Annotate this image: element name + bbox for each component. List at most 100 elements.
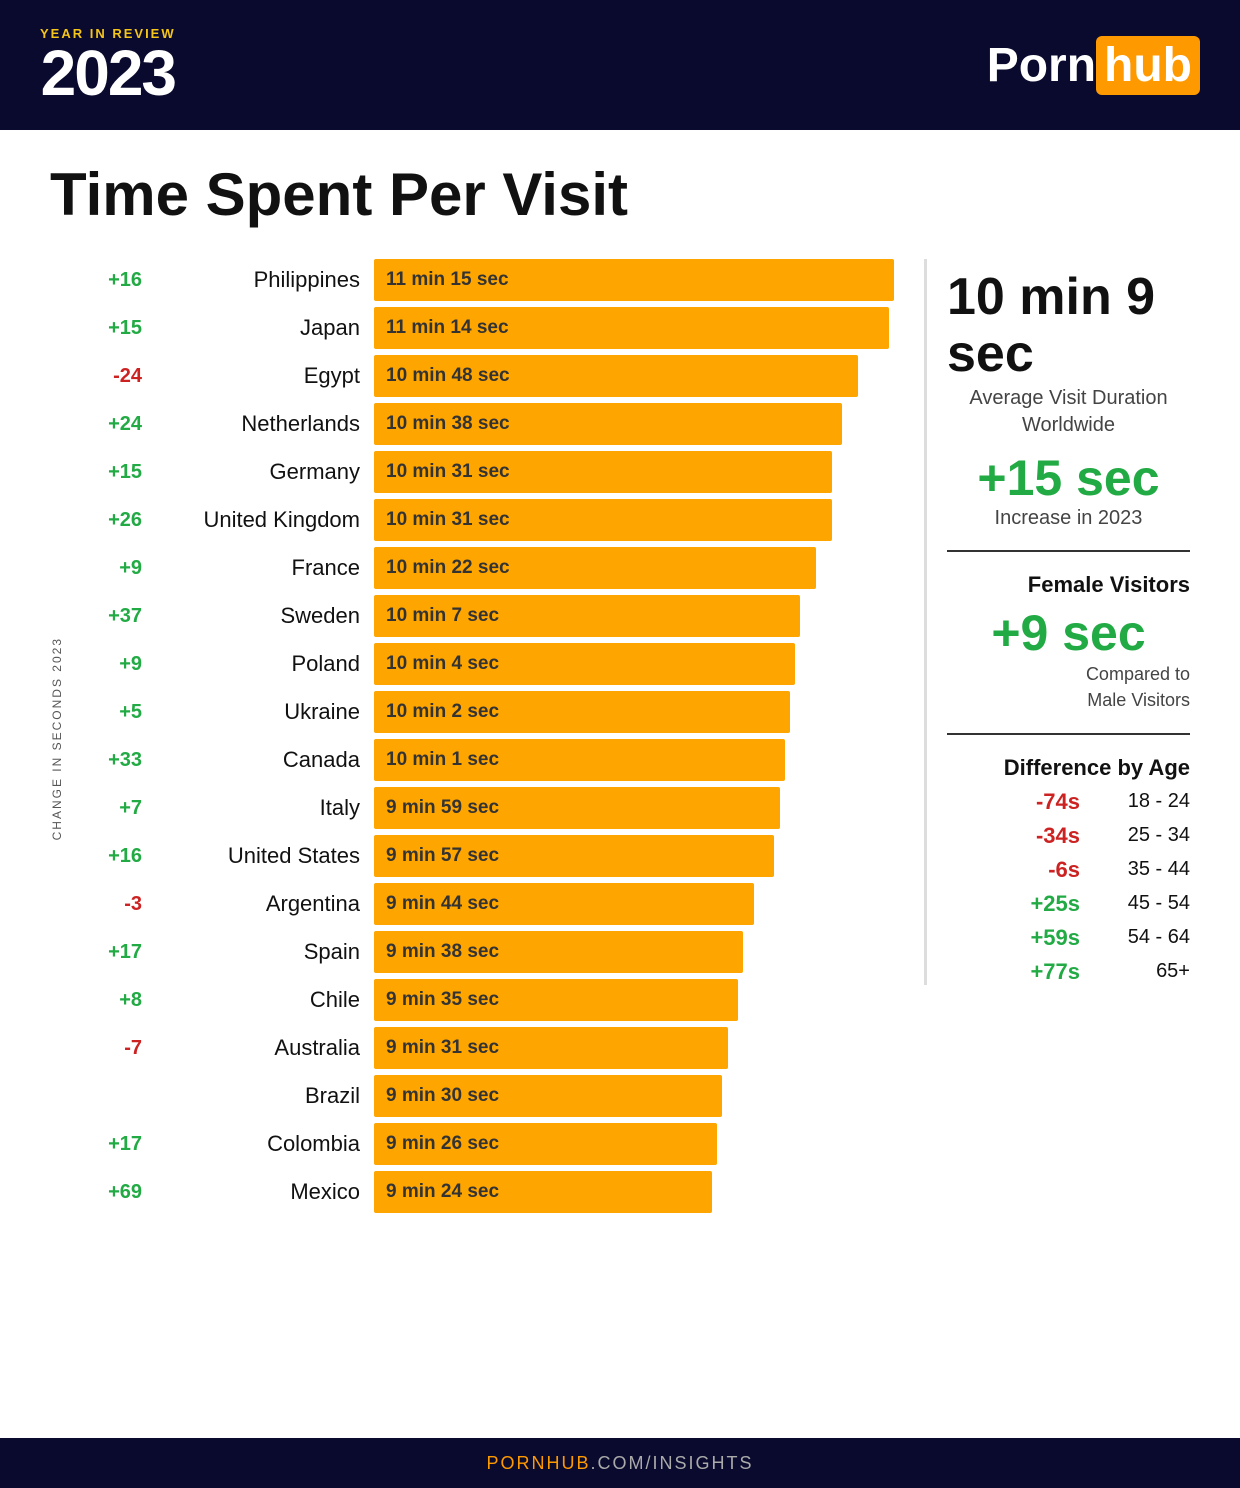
- logo-porn: Porn: [987, 38, 1096, 93]
- duration-bar: 9 min 57 sec: [374, 835, 774, 877]
- change-value: -24: [74, 365, 154, 388]
- avg-duration-label1: Average Visit Duration: [947, 387, 1190, 410]
- year-label: 2023: [41, 41, 175, 105]
- bar-container: 10 min 31 sec: [374, 451, 894, 493]
- country-name: Chile: [154, 987, 374, 1013]
- country-name: Poland: [154, 651, 374, 677]
- female-compared2: Male Visitors: [947, 688, 1190, 713]
- age-change-value: -34s: [1000, 823, 1080, 849]
- country-name: Canada: [154, 747, 374, 773]
- age-change-value: -74s: [1000, 789, 1080, 815]
- table-section: CHANGE IN SECONDS 2023 +16 Philippines 1…: [50, 259, 894, 1219]
- bar-container: 9 min 38 sec: [374, 931, 894, 973]
- country-name: Netherlands: [154, 411, 374, 437]
- bar-container: 9 min 24 sec: [374, 1171, 894, 1213]
- table-row: +16 United States 9 min 57 sec: [74, 835, 894, 877]
- country-name: United Kingdom: [154, 507, 374, 533]
- duration-bar: 9 min 59 sec: [374, 787, 780, 829]
- table-row: +8 Chile 9 min 35 sec: [74, 979, 894, 1021]
- data-table: +16 Philippines 11 min 15 sec +15 Japan …: [74, 259, 894, 1219]
- duration-bar: 9 min 44 sec: [374, 883, 754, 925]
- bar-container: 10 min 7 sec: [374, 595, 894, 637]
- age-range-label: 45 - 54: [1100, 892, 1190, 915]
- table-row: +9 France 10 min 22 sec: [74, 547, 894, 589]
- increase-value: +15 sec: [947, 449, 1190, 507]
- change-value: +69: [74, 1181, 154, 1204]
- female-visitors-label: Female Visitors: [947, 572, 1190, 598]
- change-value: +16: [74, 269, 154, 292]
- table-row: -24 Egypt 10 min 48 sec: [74, 355, 894, 397]
- increase-label: Increase in 2023: [947, 507, 1190, 530]
- age-diff-label: Difference by Age: [947, 755, 1190, 781]
- content-row: CHANGE IN SECONDS 2023 +16 Philippines 1…: [50, 259, 1190, 1219]
- change-value: +7: [74, 797, 154, 820]
- country-name: Japan: [154, 315, 374, 341]
- change-value: +17: [74, 941, 154, 964]
- female-diff-value: +9 sec: [947, 604, 1190, 662]
- bar-container: 9 min 31 sec: [374, 1027, 894, 1069]
- bar-container: 10 min 22 sec: [374, 547, 894, 589]
- age-row: -74s 18 - 24: [947, 789, 1190, 815]
- female-compared1: Compared to: [947, 662, 1190, 687]
- age-rows-container: -74s 18 - 24 -34s 25 - 34 -6s 35 - 44 +2…: [947, 789, 1190, 985]
- country-name: Spain: [154, 939, 374, 965]
- bar-container: 11 min 14 sec: [374, 307, 894, 349]
- change-value: -3: [74, 893, 154, 916]
- country-name: Australia: [154, 1035, 374, 1061]
- bar-container: 10 min 31 sec: [374, 499, 894, 541]
- age-change-value: +77s: [1000, 959, 1080, 985]
- table-row: -3 Argentina 9 min 44 sec: [74, 883, 894, 925]
- change-value: -7: [74, 1037, 154, 1060]
- age-row: +77s 65+: [947, 959, 1190, 985]
- duration-bar: 9 min 38 sec: [374, 931, 743, 973]
- duration-bar: 9 min 26 sec: [374, 1123, 717, 1165]
- age-row: +59s 54 - 64: [947, 925, 1190, 951]
- change-value: +15: [74, 461, 154, 484]
- footer-rest: .COM/INSIGHTS: [591, 1453, 754, 1473]
- country-name: France: [154, 555, 374, 581]
- country-name: Egypt: [154, 363, 374, 389]
- country-name: Colombia: [154, 1131, 374, 1157]
- table-row: -7 Australia 9 min 31 sec: [74, 1027, 894, 1069]
- bar-container: 10 min 2 sec: [374, 691, 894, 733]
- table-row: +7 Italy 9 min 59 sec: [74, 787, 894, 829]
- duration-bar: 11 min 15 sec: [374, 259, 894, 301]
- divider-2: [947, 733, 1190, 735]
- bar-container: 10 min 38 sec: [374, 403, 894, 445]
- bar-container: 10 min 48 sec: [374, 355, 894, 397]
- table-row: +24 Netherlands 10 min 38 sec: [74, 403, 894, 445]
- duration-bar: 10 min 38 sec: [374, 403, 842, 445]
- age-range-label: 54 - 64: [1100, 926, 1190, 949]
- age-row: -6s 35 - 44: [947, 857, 1190, 883]
- bar-container: 9 min 57 sec: [374, 835, 894, 877]
- duration-bar: 10 min 4 sec: [374, 643, 795, 685]
- stats-section: 10 min 9 sec Average Visit Duration Worl…: [924, 259, 1190, 985]
- age-range-label: 35 - 44: [1100, 858, 1190, 881]
- bar-container: 9 min 59 sec: [374, 787, 894, 829]
- age-row: +25s 45 - 54: [947, 891, 1190, 917]
- header: YEAR IN REVIEW 2023 Porn hub: [0, 0, 1240, 130]
- table-row: +5 Ukraine 10 min 2 sec: [74, 691, 894, 733]
- bar-container: 10 min 1 sec: [374, 739, 894, 781]
- bar-container: 9 min 35 sec: [374, 979, 894, 1021]
- age-row: -34s 25 - 34: [947, 823, 1190, 849]
- footer-text: PORNHUB.COM/INSIGHTS: [486, 1453, 753, 1474]
- change-value: +33: [74, 749, 154, 772]
- table-row: +26 United Kingdom 10 min 31 sec: [74, 499, 894, 541]
- duration-bar: 10 min 22 sec: [374, 547, 816, 589]
- divider-1: [947, 550, 1190, 552]
- table-row: +15 Japan 11 min 14 sec: [74, 307, 894, 349]
- change-value: +8: [74, 989, 154, 1012]
- table-row: +33 Canada 10 min 1 sec: [74, 739, 894, 781]
- table-row: +16 Philippines 11 min 15 sec: [74, 259, 894, 301]
- country-name: United States: [154, 843, 374, 869]
- duration-bar: 10 min 48 sec: [374, 355, 858, 397]
- change-value: +5: [74, 701, 154, 724]
- duration-bar: 9 min 30 sec: [374, 1075, 722, 1117]
- country-name: Italy: [154, 795, 374, 821]
- age-range-label: 65+: [1100, 960, 1190, 983]
- bar-container: 9 min 44 sec: [374, 883, 894, 925]
- table-row: +15 Germany 10 min 31 sec: [74, 451, 894, 493]
- duration-bar: 10 min 2 sec: [374, 691, 790, 733]
- change-value: +16: [74, 845, 154, 868]
